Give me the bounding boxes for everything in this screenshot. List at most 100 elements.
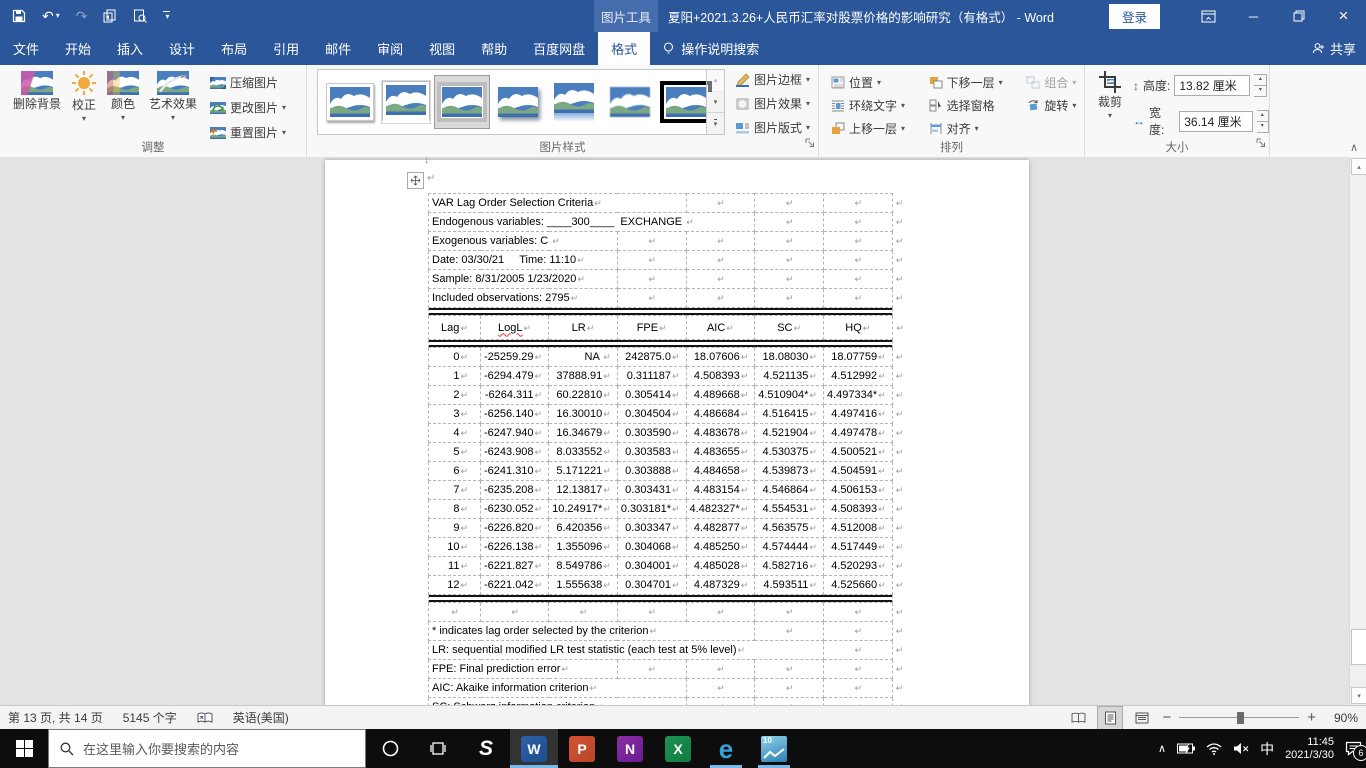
read-mode-icon[interactable] [1066, 707, 1090, 729]
pages-icon[interactable] [103, 9, 117, 23]
share-button[interactable]: 共享 [1312, 32, 1356, 65]
tab-百度网盘[interactable]: 百度网盘 [520, 32, 598, 65]
tab-视图[interactable]: 视图 [416, 32, 468, 65]
rotate-button[interactable]: 旋转 ▾ [1026, 97, 1076, 114]
battery-icon[interactable] [1177, 743, 1196, 754]
align-button[interactable]: 对齐 ▾ [929, 120, 979, 137]
close-button[interactable]: × [1321, 0, 1366, 32]
gallery-scroll-down-icon[interactable]: ▾ [707, 91, 724, 114]
undo-icon[interactable]: ↶ ▾ [42, 9, 60, 23]
zoom-out-icon[interactable]: − [1162, 709, 1171, 726]
bring-forward-button[interactable]: 上移一层 ▾ [831, 120, 905, 137]
powerpoint-icon: P [569, 735, 595, 762]
tab-帮助[interactable]: 帮助 [468, 32, 520, 65]
width-stepper[interactable]: ▴ ▾ [1256, 109, 1269, 133]
language-indicator[interactable]: 英语(美国) [223, 709, 299, 726]
width-spinner: ↔ 宽度: 36.14 厘米 ▴ ▾ [1133, 104, 1269, 138]
taskbar-edge-button[interactable]: e [702, 729, 750, 768]
volume-muted-icon[interactable] [1233, 742, 1249, 755]
save-icon[interactable] [12, 9, 26, 23]
start-button[interactable] [0, 729, 48, 768]
picture-styles-dialog-launcher-icon[interactable] [805, 135, 815, 153]
tab-开始[interactable]: 开始 [52, 32, 104, 65]
picture-effects-button[interactable]: 图片效果 ▾ [735, 95, 810, 112]
crop-button[interactable]: 裁剪 ▾ [1093, 65, 1127, 121]
zoom-slider-thumb[interactable] [1236, 711, 1244, 724]
scroll-down-icon[interactable]: ▾ [1351, 687, 1366, 704]
taskbar-onenote-button[interactable]: N [606, 729, 654, 768]
height-input[interactable]: 13.82 厘米 [1174, 75, 1251, 96]
tab-邮件[interactable]: 邮件 [312, 32, 364, 65]
taskbar-eviews-button[interactable]: 10 [750, 729, 798, 768]
zoom-in-icon[interactable]: + [1307, 709, 1316, 726]
picture-style-soft-edge-rectangle[interactable] [603, 76, 657, 128]
remove-background-button[interactable]: 删除背景 [8, 65, 66, 112]
tab-插入[interactable]: 插入 [104, 32, 156, 65]
web-layout-icon[interactable] [1130, 707, 1154, 729]
page-indicator[interactable]: 第 13 页, 共 14 页 [0, 709, 113, 726]
cell-empty: ↵ [685, 231, 756, 251]
tab-布局[interactable]: 布局 [208, 32, 260, 65]
notification-center-button[interactable]: 6 [1345, 741, 1366, 761]
picture-layout-button[interactable]: 图片版式 ▾ [735, 119, 810, 136]
gallery-more-icon[interactable]: ▾ [707, 113, 724, 135]
tab-文件[interactable]: 文件 [0, 32, 52, 65]
size-dialog-launcher-icon[interactable] [1256, 135, 1266, 153]
scrollbar-thumb[interactable] [1351, 629, 1366, 665]
artistic-effects-button[interactable]: 艺术效果 ▾ [144, 65, 202, 123]
ime-indicator[interactable]: 中 [1260, 739, 1274, 759]
tell-me-search[interactable]: 操作说明搜索 [650, 32, 771, 65]
ribbon-display-options-icon[interactable] [1186, 0, 1231, 32]
compress-pictures-button[interactable]: 压缩图片 [210, 74, 286, 91]
proofing-errors-icon[interactable] [187, 711, 223, 724]
taskbar-clock[interactable]: 11:45 2021/3/30 [1285, 736, 1334, 762]
sign-in-button[interactable]: 登录 [1108, 3, 1160, 29]
taskbar-excel-button[interactable]: X [654, 729, 702, 768]
width-input[interactable]: 36.14 厘米 [1179, 110, 1253, 132]
picture-style-drop-shadow-rectangle[interactable] [491, 76, 545, 128]
restore-button[interactable] [1276, 0, 1321, 32]
position-button[interactable]: 位置 ▾ [831, 74, 881, 91]
taskbar-powerpoint-button[interactable]: P [558, 729, 606, 768]
zoom-slider[interactable] [1179, 711, 1300, 725]
picture-border-button[interactable]: 图片边框 ▾ [735, 71, 810, 88]
taskbar-search-input[interactable]: 在这里输入你要搜索的内容 [48, 729, 366, 768]
tab-格式[interactable]: 格式 [598, 32, 651, 65]
table-move-handle[interactable] [407, 172, 424, 189]
change-picture-button[interactable]: 更改图片 ▾ [210, 99, 286, 116]
color-button[interactable]: 颜色 ▾ [102, 65, 144, 123]
task-view-button[interactable] [414, 729, 462, 768]
cortana-button[interactable] [366, 729, 414, 768]
picture-style-simple-frame-black[interactable] [659, 76, 713, 128]
send-backward-button[interactable]: 下移一层 ▾ [929, 74, 1003, 91]
zoom-level[interactable]: 90% [1324, 711, 1358, 725]
tab-引用[interactable]: 引用 [260, 32, 312, 65]
word-count[interactable]: 5145 个字 [113, 709, 187, 726]
picture-style-simple-frame-shadow[interactable] [323, 76, 377, 128]
corrections-button[interactable]: 校正 ▾ [66, 65, 102, 124]
picture-style-reflected-rectangle[interactable] [547, 76, 601, 128]
tab-设计[interactable]: 设计 [156, 32, 208, 65]
scroll-up-icon[interactable]: ▴ [1351, 158, 1366, 175]
collapse-ribbon-icon[interactable]: ∧ [1350, 141, 1358, 154]
picture-style-simple-frame-white[interactable] [379, 76, 433, 128]
height-stepper[interactable]: ▴ ▾ [1254, 74, 1268, 97]
picture-style-metal-frame[interactable] [434, 75, 490, 129]
sogou-app-button[interactable]: S [462, 729, 510, 768]
print-preview-icon[interactable] [133, 9, 148, 23]
hidden-icons-chevron-icon[interactable]: ∧ [1158, 742, 1166, 755]
print-layout-icon[interactable] [1097, 705, 1124, 730]
wifi-icon[interactable] [1206, 742, 1222, 755]
wrap-text-button[interactable]: 环绕文字 ▾ [831, 97, 905, 114]
tab-审阅[interactable]: 审阅 [364, 32, 416, 65]
vertical-scrollbar[interactable]: ▴ ▾ [1349, 157, 1366, 705]
minimize-button[interactable]: ─ [1231, 0, 1276, 32]
cell-value: 4.489668↵ [685, 385, 756, 405]
row-end-marker: ↵ [895, 485, 904, 495]
gallery-scroll-up-icon[interactable]: ▴ [707, 70, 724, 92]
selection-pane-button[interactable]: 选择窗格 [929, 97, 995, 114]
taskbar-word-button[interactable]: W [510, 729, 558, 768]
document-table: VAR Lag Order Selection Criteria↵ ↵ ↵ ↵ ↵ End… [427, 193, 909, 705]
customize-qat-icon[interactable]: ▾ [163, 11, 170, 21]
document-page[interactable]: ↵ VAR Lag Order Selection Criteria↵ ↵ ↵ ↵ ↵ E… [325, 160, 1029, 705]
